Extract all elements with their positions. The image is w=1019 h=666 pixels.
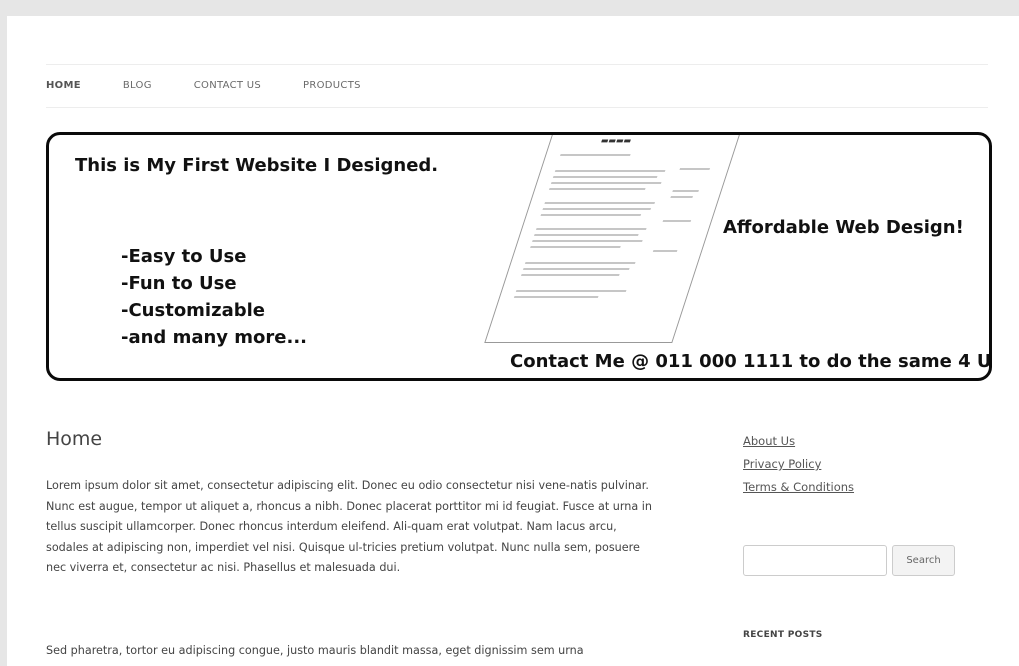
content-paragraph: Sed pharetra, tortor eu adipiscing congu…: [46, 644, 584, 657]
nav-item-blog[interactable]: BLOG: [123, 65, 152, 107]
banner-feature: -Fun to Use: [121, 273, 237, 294]
search-input[interactable]: [743, 545, 887, 576]
banner-contact: Contact Me @ 011 000 1111 to do the same…: [510, 351, 992, 372]
recent-posts-heading: RECENT POSTS: [743, 630, 823, 640]
page-title: Home: [46, 428, 103, 450]
content-paragraph: Lorem ipsum dolor sit amet, consectetur …: [46, 479, 652, 574]
banner-feature: -Easy to Use: [121, 246, 247, 267]
sidebar-link-terms-conditions[interactable]: Terms & Conditions: [743, 476, 854, 499]
website-preview-image: ▬▬▬▬: [484, 135, 742, 343]
search-button[interactable]: Search: [892, 545, 955, 576]
sidebar-link-about-us[interactable]: About Us: [743, 430, 854, 453]
banner-feature-list: -Easy to Use -Fun to Use -Customizable -…: [121, 243, 307, 351]
sidebar-link-privacy-policy[interactable]: Privacy Policy: [743, 453, 854, 476]
nav-item-home[interactable]: HOME: [46, 65, 81, 107]
nav-item-contact-us[interactable]: CONTACT US: [194, 65, 261, 107]
banner-feature: -and many more...: [121, 327, 308, 348]
header-banner: ▬▬▬▬ This is My First Website I Designed…: [46, 132, 992, 381]
banner-title: This is My First Website I Designed.: [75, 155, 439, 176]
banner-tagline: Affordable Web Design!: [723, 217, 964, 238]
page: HOME BLOG CONTACT US PRODUCTS ▬▬▬▬ This …: [7, 16, 1019, 666]
nav-item-products[interactable]: PRODUCTS: [303, 65, 361, 107]
main-navigation: HOME BLOG CONTACT US PRODUCTS: [46, 64, 988, 108]
banner-feature: -Customizable: [121, 300, 265, 321]
sidebar-links: About Us Privacy Policy Terms & Conditio…: [743, 430, 854, 499]
